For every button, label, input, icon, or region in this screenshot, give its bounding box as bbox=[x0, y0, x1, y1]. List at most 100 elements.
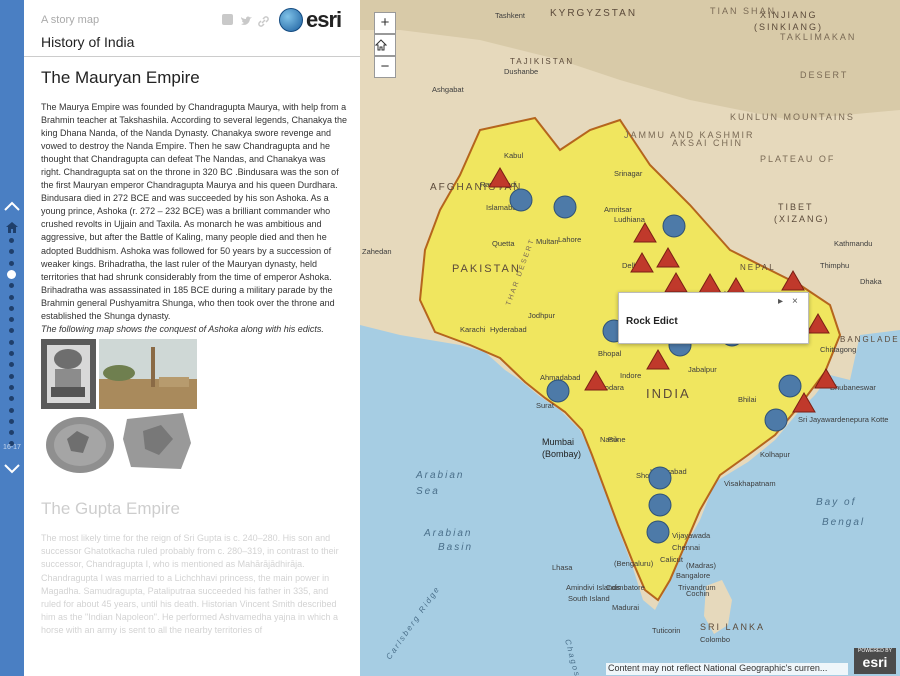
section-counter: 16-17 bbox=[3, 444, 21, 451]
section-dot[interactable] bbox=[9, 430, 14, 436]
rock-edict-marker[interactable] bbox=[778, 374, 802, 398]
city-label: Amindivi Islands bbox=[566, 583, 620, 592]
water-label: Basin bbox=[438, 542, 473, 553]
home-button[interactable] bbox=[374, 34, 396, 56]
story-content: The Mauryan Empire The Maurya Empire was… bbox=[41, 64, 347, 637]
country-label: KYRGYZSTAN bbox=[550, 8, 637, 19]
country-label: INDIA bbox=[646, 386, 691, 401]
city-label: (Bombay) bbox=[542, 449, 581, 459]
popup-title: Rock Edict bbox=[626, 316, 678, 327]
region-label: JAMMU AND KASHMIR bbox=[624, 130, 755, 140]
home-icon[interactable] bbox=[6, 220, 18, 233]
rock-edict-marker[interactable] bbox=[662, 214, 686, 238]
city-label: Karachi bbox=[460, 325, 486, 334]
story-title: History of India bbox=[41, 34, 135, 50]
close-button[interactable]: × bbox=[792, 296, 798, 307]
water-label: Bay of bbox=[816, 497, 856, 508]
zoom-in-button[interactable]: + bbox=[374, 12, 396, 34]
section-dot[interactable] bbox=[9, 396, 14, 402]
city-label: Jabalpur bbox=[688, 365, 717, 374]
city-label: Bhilai bbox=[738, 395, 757, 404]
city-label: Quetta bbox=[492, 239, 515, 248]
city-label: Srinagar bbox=[614, 169, 643, 178]
country-label: SRI LANKA bbox=[700, 622, 765, 632]
section-dot[interactable] bbox=[7, 269, 16, 279]
esri-wordmark: esri bbox=[306, 7, 342, 32]
twitter-icon[interactable] bbox=[240, 14, 252, 25]
section-dot[interactable] bbox=[9, 249, 14, 255]
water-label: Chagos bbox=[563, 638, 582, 676]
rock-edict-marker[interactable] bbox=[648, 466, 672, 490]
map-note: The following map shows the conquest of … bbox=[41, 323, 324, 334]
lion-capital-image[interactable] bbox=[41, 339, 96, 410]
section-dot[interactable] bbox=[9, 362, 14, 368]
city-label: Zahedan bbox=[362, 247, 392, 256]
zoom-out-button[interactable]: − bbox=[374, 56, 396, 78]
section-dot[interactable] bbox=[9, 339, 14, 345]
silver-coin-image[interactable] bbox=[121, 409, 195, 474]
city-label: Tuticorin bbox=[652, 626, 680, 635]
city-label: Hyderabad bbox=[490, 325, 527, 334]
esri-wordmark: esri bbox=[862, 654, 888, 670]
facebook-icon[interactable] bbox=[222, 14, 233, 25]
powered-by-esri-logo[interactable]: POWERED BY esri bbox=[854, 648, 896, 674]
map-attribution: Content may not reflect National Geograp… bbox=[606, 663, 848, 675]
water-label: Arabian bbox=[423, 528, 472, 539]
city-label: Pune bbox=[608, 435, 626, 444]
chevron-down-icon[interactable] bbox=[2, 462, 22, 476]
story-subtitle: A story map bbox=[41, 14, 100, 26]
city-label: South Island bbox=[568, 594, 610, 603]
city-label: Bhopal bbox=[598, 349, 622, 358]
city-label: Trivandrum bbox=[678, 583, 716, 592]
section-dot[interactable] bbox=[9, 294, 14, 300]
region-label: PLATEAU OF bbox=[760, 154, 835, 164]
section-dot[interactable] bbox=[9, 351, 14, 356]
section-dot[interactable] bbox=[9, 317, 14, 323]
chevron-up-icon[interactable] bbox=[2, 199, 22, 213]
water-label: Sea bbox=[416, 486, 440, 497]
city-label: Ludhiana bbox=[614, 215, 646, 224]
story-navigation: 16-17 bbox=[0, 0, 24, 676]
section-dot[interactable] bbox=[9, 384, 14, 390]
rock-edict-marker[interactable] bbox=[553, 195, 577, 219]
rock-edict-marker[interactable] bbox=[646, 520, 670, 544]
next-section-title: The Gupta Empire bbox=[41, 499, 180, 519]
country-label: BANGLADESH bbox=[840, 335, 900, 344]
section-dot[interactable] bbox=[9, 418, 14, 424]
water-label: Bengal bbox=[822, 517, 865, 528]
city-label: Tashkent bbox=[495, 11, 526, 20]
section-dot[interactable] bbox=[9, 407, 14, 413]
city-label: Visakhapatnam bbox=[724, 479, 776, 488]
region-label: DESERT bbox=[800, 70, 848, 80]
section-dot[interactable] bbox=[9, 260, 14, 266]
country-label: PAKISTAN bbox=[452, 263, 521, 275]
play-icon[interactable]: ▸ bbox=[778, 296, 783, 307]
city-label: Kathmandu bbox=[834, 239, 872, 248]
section-dot[interactable] bbox=[9, 305, 14, 311]
rock-edict-marker[interactable] bbox=[648, 493, 672, 517]
story-panel: A story map History of India esri The Ma… bbox=[24, 0, 361, 676]
city-label: Lahore bbox=[558, 235, 581, 244]
map-view[interactable]: KYRGYZSTAN AFGHANISTAN PAKISTAN INDIA TAJIKI… bbox=[360, 0, 900, 676]
water-label: Arabian bbox=[415, 470, 464, 481]
section-dot[interactable] bbox=[9, 328, 14, 334]
rock-edict-marker[interactable] bbox=[546, 379, 570, 403]
punch-marked-coin-image[interactable] bbox=[43, 413, 117, 478]
ashoka-pillar-image[interactable] bbox=[99, 339, 197, 410]
section-dot[interactable] bbox=[9, 283, 14, 289]
link-icon[interactable] bbox=[258, 14, 269, 27]
city-label: Vijayawada bbox=[672, 531, 711, 540]
next-section-body: The most likely time for the reign of Sr… bbox=[41, 533, 339, 635]
rock-edict-marker[interactable] bbox=[509, 188, 533, 212]
section-title: The Mauryan Empire bbox=[41, 68, 200, 87]
section-dot[interactable] bbox=[9, 373, 14, 379]
city-label: Lhasa bbox=[552, 563, 573, 572]
city-label: Multan bbox=[536, 237, 559, 246]
section-dot[interactable] bbox=[9, 238, 14, 243]
globe-icon bbox=[279, 8, 303, 32]
country-label: (XIZANG) bbox=[774, 214, 830, 224]
esri-logo[interactable]: esri bbox=[279, 7, 342, 33]
city-label: Kabul bbox=[504, 151, 524, 160]
city-label: Dushanbe bbox=[504, 67, 538, 76]
rock-edict-marker[interactable] bbox=[764, 408, 788, 432]
